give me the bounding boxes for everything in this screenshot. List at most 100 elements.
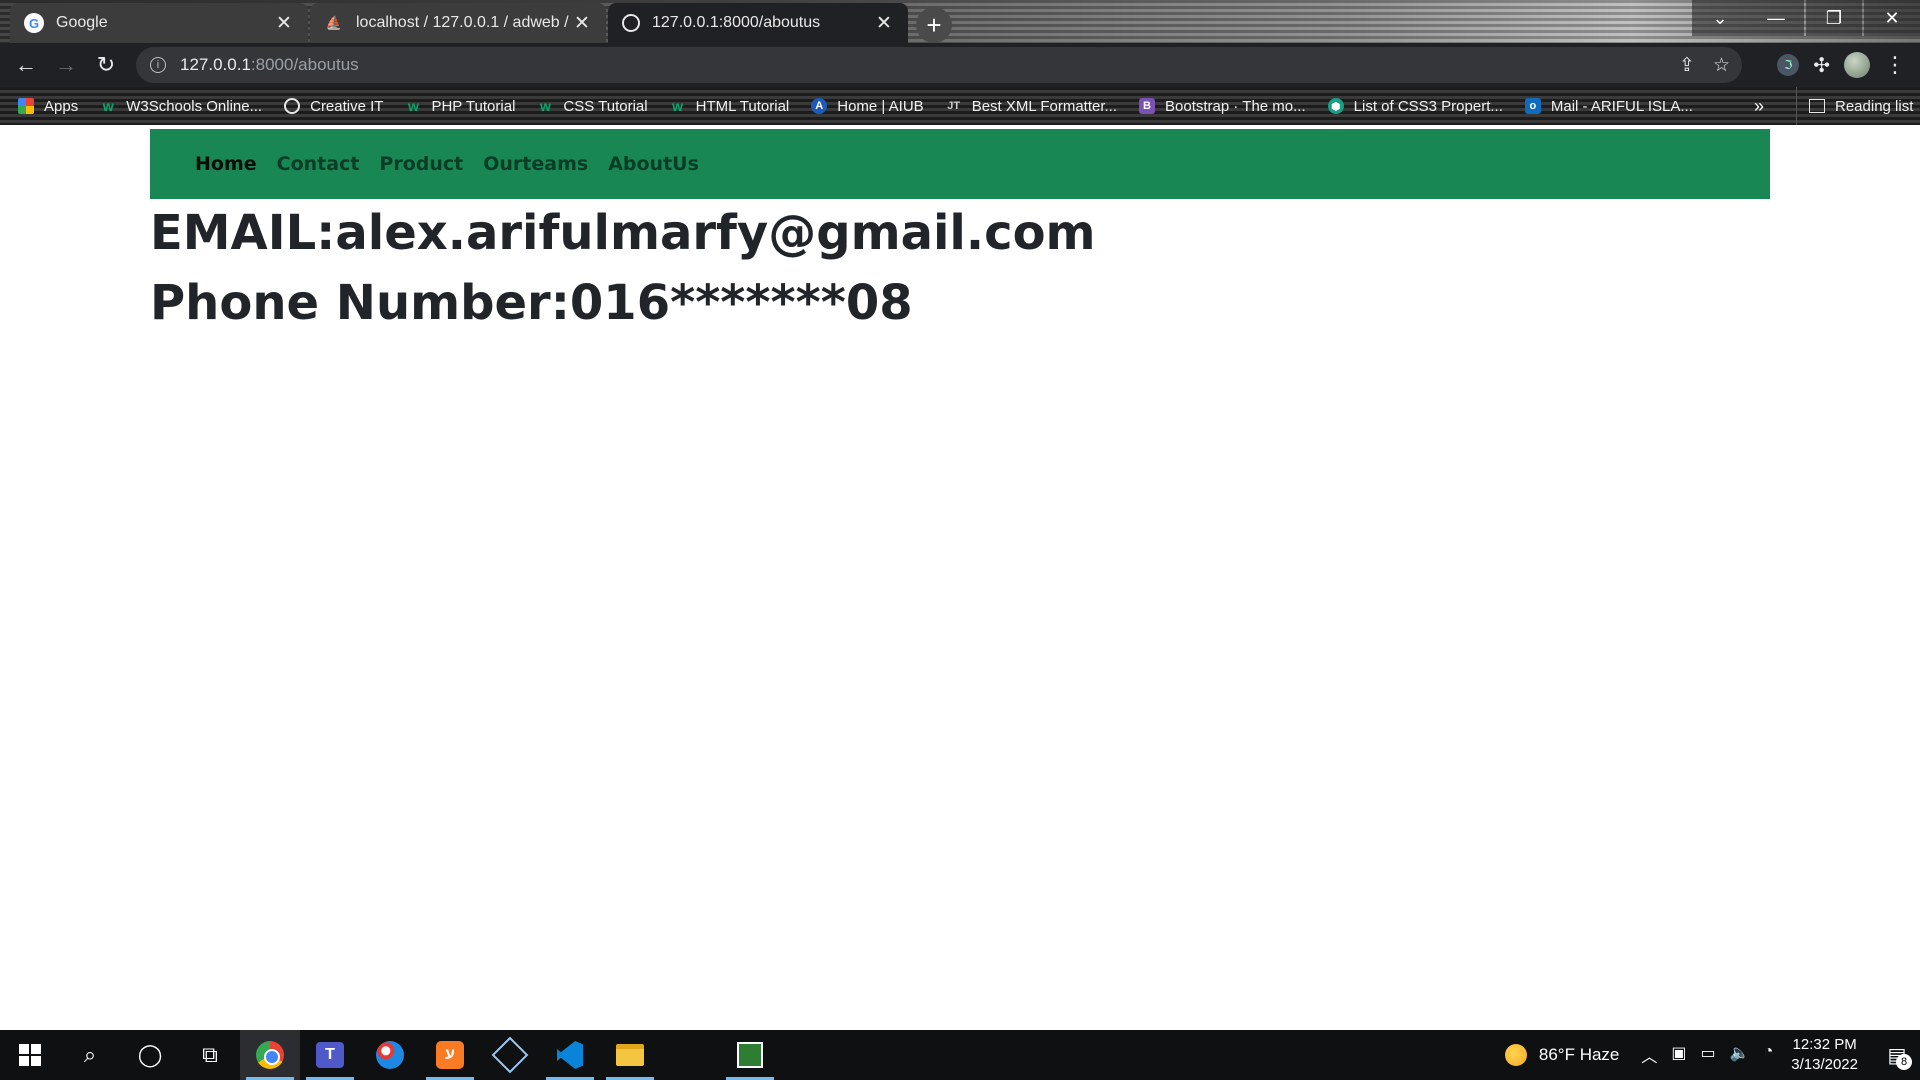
tab-aboutus[interactable]: 127.0.0.1:8000/aboutus ✕ xyxy=(608,3,908,43)
bookmark-label: List of CSS3 Propert... xyxy=(1353,97,1503,115)
url-host: 127.0.0.1 xyxy=(180,55,251,74)
taskbar-vscode[interactable] xyxy=(540,1030,600,1080)
xampp-icon: ﬠ xyxy=(436,1041,464,1069)
apps-icon xyxy=(18,98,34,114)
close-icon[interactable]: ✕ xyxy=(572,12,592,35)
bootstrap-icon: B xyxy=(1139,98,1156,114)
w3schools-icon: w xyxy=(539,98,551,114)
taskbar-teams[interactable]: T xyxy=(300,1030,360,1080)
nav-aboutus[interactable]: AboutUs xyxy=(608,153,699,175)
share-icon[interactable]: ⇪ xyxy=(1679,54,1695,77)
bookmark-label: Bootstrap · The mo... xyxy=(1165,97,1306,115)
taskbar-image-viewer[interactable] xyxy=(720,1030,780,1080)
cortana-icon[interactable]: ◯ xyxy=(120,1030,180,1080)
restore-button[interactable]: ❐ xyxy=(1806,0,1862,36)
w3schools-icon: w xyxy=(408,98,419,114)
clock[interactable]: 12:32 PM 3/13/2022 xyxy=(1791,1035,1858,1075)
w3schools-icon: w xyxy=(672,98,684,114)
taskbar-spacer xyxy=(660,1030,720,1080)
vscode-icon xyxy=(557,1041,583,1069)
bookmark-css-tutorial[interactable]: w CSS Tutorial xyxy=(537,98,648,115)
bookmarks-overflow-button[interactable]: » xyxy=(1754,87,1764,125)
system-tray: 86°F Haze ︿ ▣ ▭ 🔈 ◔ 12:32 PM 3/13/2022 ▤… xyxy=(1504,1030,1920,1080)
globe-icon xyxy=(284,98,301,114)
new-tab-button[interactable]: + xyxy=(916,7,952,43)
weather-text[interactable]: 86°F Haze xyxy=(1539,1045,1620,1065)
folder-icon xyxy=(616,1044,644,1066)
page-viewport: Home Contact Product Ourteams AboutUs EM… xyxy=(0,125,1920,1030)
tab-google[interactable]: G Google ✕ xyxy=(10,3,308,43)
close-window-button[interactable]: ✕ xyxy=(1864,0,1920,36)
volume-icon[interactable]: 🔈 xyxy=(1730,1043,1750,1067)
task-view-icon[interactable]: ⧉ xyxy=(180,1030,240,1080)
tab-strip: G Google ✕ ⛵ localhost / 127.0.0.1 / adw… xyxy=(0,0,1920,43)
tab-search-button[interactable]: ⌄ xyxy=(1692,0,1748,36)
chrome-icon xyxy=(256,1041,284,1069)
bookmark-apps[interactable]: Apps xyxy=(18,98,78,115)
nav-home[interactable]: Home xyxy=(195,153,257,175)
menu-kebab-icon[interactable]: ⋮ xyxy=(1884,52,1906,78)
browser-toolbar: ← → ↻ i 127.0.0.1:8000/aboutus ⇪ ☆ ℑ ✣ ⋮ xyxy=(0,43,1920,87)
wifi-icon[interactable]: ◔ xyxy=(1764,1043,1774,1067)
search-icon[interactable]: ⌕ xyxy=(60,1030,120,1080)
aiub-icon: A xyxy=(811,98,828,114)
reading-list-label: Reading list xyxy=(1835,97,1914,115)
forward-button[interactable]: → xyxy=(46,45,86,85)
notification-badge: 8 xyxy=(1896,1054,1912,1070)
bookmark-label: PHP Tutorial xyxy=(431,97,516,115)
notification-center-button[interactable]: ▤ 8 xyxy=(1880,1038,1914,1072)
email-text: EMAIL:alex.arifulmarfy@gmail.com xyxy=(150,205,1096,261)
start-button[interactable] xyxy=(0,1030,60,1080)
tab-phpmyadmin[interactable]: ⛵ localhost / 127.0.0.1 / adweb / us ✕ xyxy=(310,3,606,43)
site-info-icon[interactable]: i xyxy=(150,57,166,73)
minimize-button[interactable]: — xyxy=(1748,0,1804,36)
address-bar[interactable]: i 127.0.0.1:8000/aboutus ⇪ ☆ xyxy=(136,47,1742,83)
bookmark-label: Best XML Formatter... xyxy=(971,97,1118,115)
tab-title: Google xyxy=(56,14,108,31)
taskbar-chrome[interactable] xyxy=(240,1030,300,1080)
bookmark-w3schools[interactable]: w W3Schools Online... xyxy=(100,98,262,115)
extension-icon[interactable]: ℑ xyxy=(1777,54,1800,76)
weather-icon[interactable] xyxy=(1504,1044,1527,1066)
taskbar-virtualbox[interactable] xyxy=(480,1030,540,1080)
windows-logo-icon xyxy=(19,1044,41,1066)
bookmark-xml-formatter[interactable]: JT Best XML Formatter... xyxy=(946,98,1117,115)
nav-ourteams[interactable]: Ourteams xyxy=(483,153,588,175)
clock-date: 3/13/2022 xyxy=(1791,1056,1858,1073)
url-path: :8000/aboutus xyxy=(250,55,359,74)
nav-product[interactable]: Product xyxy=(379,153,463,175)
bookmark-bootstrap[interactable]: B Bootstrap · The mo... xyxy=(1139,98,1306,115)
google-icon: G xyxy=(24,13,44,33)
tab-title: 127.0.0.1:8000/aboutus xyxy=(652,14,821,31)
extensions-puzzle-icon[interactable]: ✣ xyxy=(1813,53,1830,78)
bookmark-label: Creative IT xyxy=(310,97,384,115)
bookmarks-bar: Apps w W3Schools Online... Creative IT wP… xyxy=(0,87,1920,125)
reload-button[interactable]: ↻ xyxy=(86,45,126,85)
bookmark-mail[interactable]: o Mail - ARIFUL ISLA... xyxy=(1524,98,1693,115)
bookmark-html-tutorial[interactable]: w HTML Tutorial xyxy=(670,98,789,115)
bookmark-css3-properties[interactable]: ⬢ List of CSS3 Propert... xyxy=(1327,97,1503,115)
battery-icon[interactable]: ▭ xyxy=(1701,1043,1716,1067)
taskbar-file-explorer[interactable] xyxy=(600,1030,660,1080)
close-icon[interactable]: ✕ xyxy=(874,12,894,35)
phpmyadmin-icon: ⛵ xyxy=(325,15,343,30)
bookmark-label: Apps xyxy=(44,97,79,115)
back-button[interactable]: ← xyxy=(6,45,46,85)
bookmark-label: W3Schools Online... xyxy=(126,97,263,115)
bookmark-star-icon[interactable]: ☆ xyxy=(1713,54,1730,77)
chevron-up-icon[interactable]: ︿ xyxy=(1641,1043,1657,1067)
nav-contact[interactable]: Contact xyxy=(277,153,360,175)
profile-avatar[interactable] xyxy=(1844,52,1870,78)
meet-now-icon[interactable]: ▣ xyxy=(1671,1043,1686,1067)
close-icon[interactable]: ✕ xyxy=(274,12,294,35)
phone-text: Phone Number:016*******08 xyxy=(150,275,913,331)
bookmark-creative-it[interactable]: Creative IT xyxy=(284,98,383,115)
reading-list-button[interactable]: Reading list xyxy=(1796,87,1913,125)
image-viewer-icon xyxy=(737,1042,763,1068)
bookmark-php-tutorial[interactable]: w PHP Tutorial xyxy=(405,98,515,115)
taskbar-xampp[interactable]: ﬠ xyxy=(420,1030,480,1080)
bookmark-aiub[interactable]: A Home | AIUB xyxy=(811,98,924,115)
teams-icon: T xyxy=(316,1042,344,1068)
tab-title: localhost / 127.0.0.1 / adweb / us xyxy=(356,14,572,31)
taskbar-paint[interactable] xyxy=(360,1030,420,1080)
